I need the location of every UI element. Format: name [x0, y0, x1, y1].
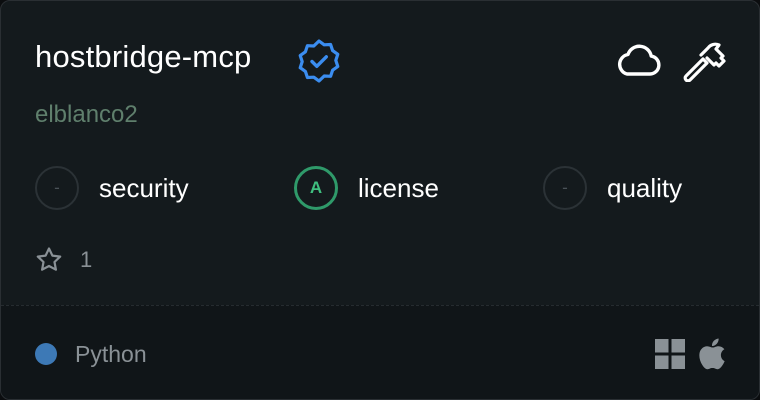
server-card[interactable]: hostbridge-mcp elblanco2 - security A li…: [0, 0, 760, 400]
security-grade-badge: -: [35, 166, 79, 210]
star-count-value: 1: [80, 247, 93, 272]
apple-icon: [699, 338, 725, 370]
star-count[interactable]: 1: [34, 245, 92, 275]
author-name[interactable]: elblanco2: [35, 101, 138, 129]
server-name[interactable]: hostbridge-mcp: [35, 39, 251, 75]
metric-label-license: license: [358, 172, 439, 203]
card-footer: Python: [1, 305, 759, 399]
metric-security[interactable]: - security: [35, 164, 189, 212]
windows-icon: [655, 339, 685, 369]
license-grade-badge: A: [294, 166, 338, 210]
language-color-dot: [35, 343, 57, 365]
verified-badge-icon: [298, 39, 340, 83]
hammer-icon[interactable]: [682, 38, 728, 82]
star-icon: [36, 247, 62, 271]
metric-quality[interactable]: - quality: [543, 164, 682, 212]
cloud-icon[interactable]: [614, 41, 662, 81]
metric-label-quality: quality: [607, 172, 683, 203]
metric-license[interactable]: A license: [294, 164, 439, 212]
metric-label-security: security: [99, 172, 189, 203]
quality-grade-badge: -: [543, 166, 587, 210]
language-name: Python: [75, 341, 147, 367]
